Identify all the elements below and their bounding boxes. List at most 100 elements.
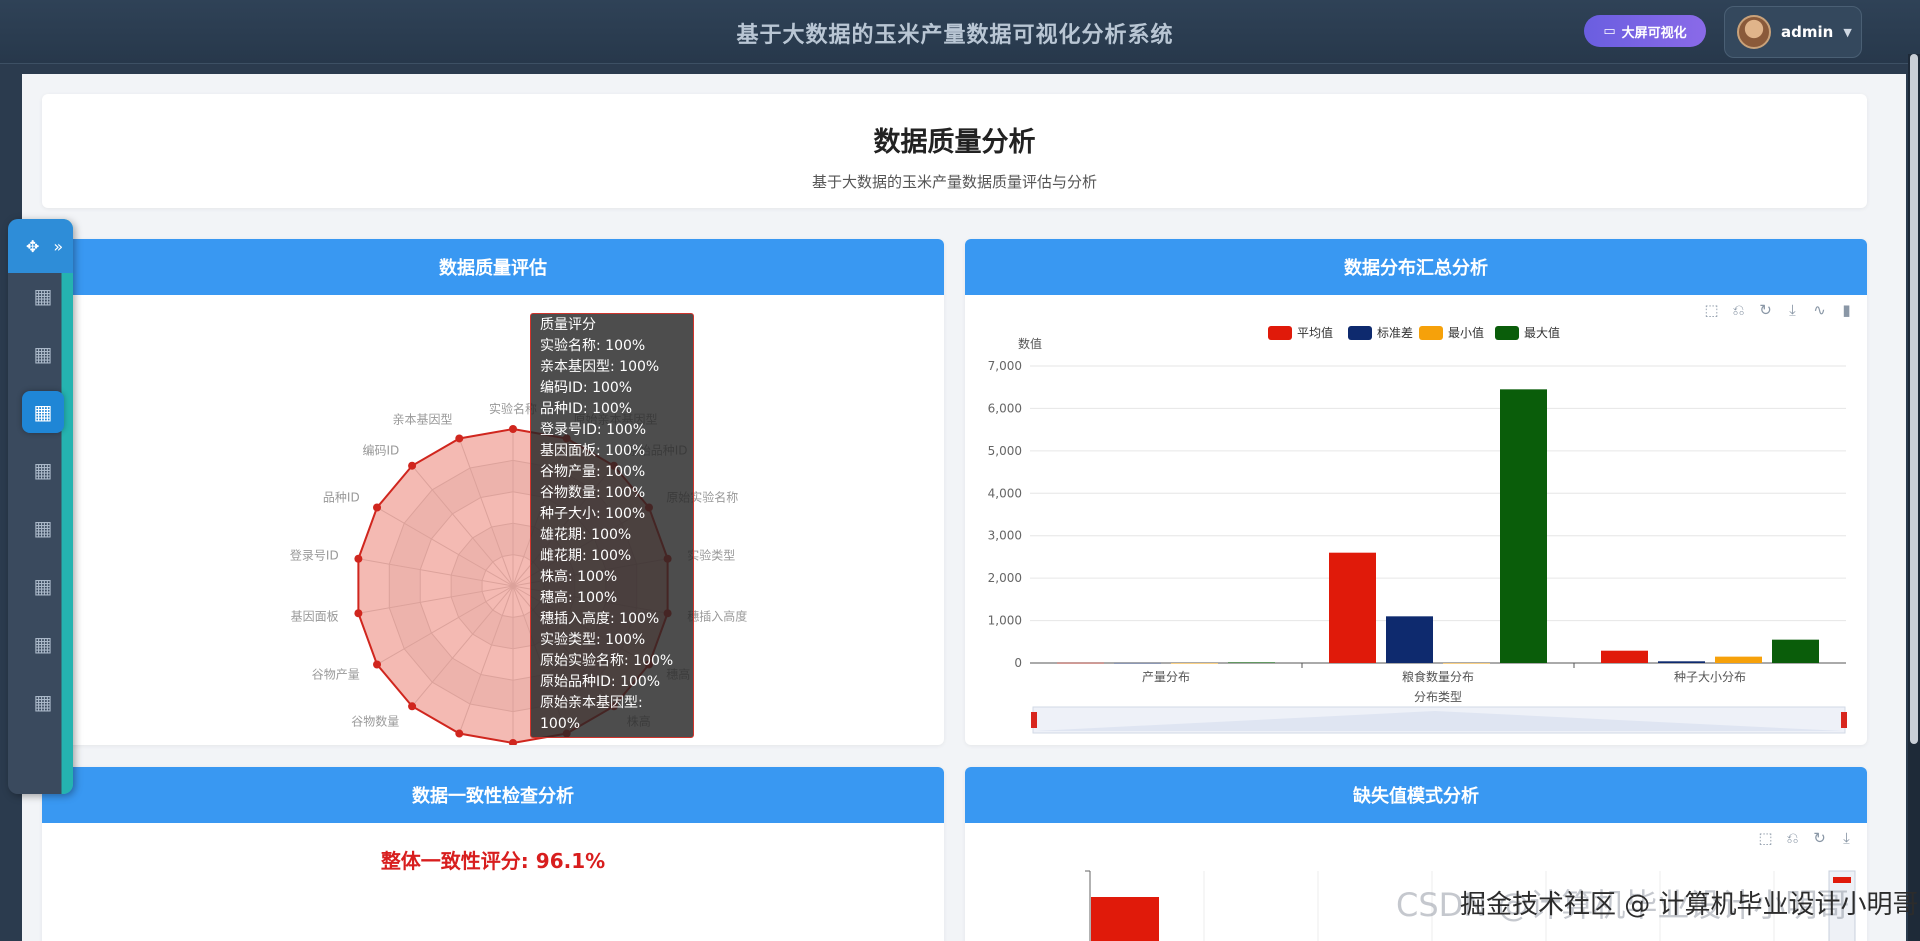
y-tick-label: 3,000 — [988, 529, 1022, 543]
user-menu[interactable]: admin ▼ — [1724, 6, 1862, 58]
radar-indicator-label: 品种ID — [323, 491, 360, 505]
tooltip-line: 实验类型: 100% — [540, 632, 646, 648]
bar[interactable] — [1601, 650, 1648, 663]
consistency-score: 整体一致性评分: 96.1% — [380, 849, 606, 873]
radar-point[interactable] — [354, 554, 363, 563]
bar[interactable] — [1658, 661, 1705, 663]
move-icon[interactable]: ✥ — [26, 237, 39, 256]
sidebar-item[interactable]: ▦ — [22, 449, 64, 491]
y-tick-label: 0 — [1014, 656, 1022, 670]
y-axis-title: 数值 — [1018, 336, 1042, 351]
datazoom-handle-right[interactable] — [1841, 712, 1847, 728]
user-name: admin — [1781, 23, 1834, 41]
radar-indicator-label: 谷物数量 — [351, 714, 399, 729]
sidebar-item[interactable]: ▦ — [22, 275, 64, 317]
bar[interactable] — [1443, 663, 1490, 664]
page-subtitle: 基于大数据的玉米产量数据质量评估与分析 — [811, 173, 1097, 191]
bar[interactable] — [1386, 616, 1433, 663]
bar[interactable] — [1500, 389, 1547, 663]
bar[interactable] — [1329, 552, 1376, 663]
x-axis-title: 分布类型 — [1414, 690, 1462, 704]
grid-icon: ▦ — [33, 632, 53, 656]
radar-indicator-label: 实验类型 — [687, 547, 735, 562]
chevron-down-icon: ▼ — [1843, 25, 1852, 39]
tooltip-line: 原始亲本基因型: 100% — [540, 695, 643, 732]
bar[interactable] — [1091, 897, 1159, 941]
sidebar-header[interactable]: ✥ » — [8, 219, 73, 273]
tooltip-line: 亲本基因型: 100% — [540, 359, 660, 375]
bar[interactable] — [1772, 639, 1819, 663]
legend-label[interactable]: 平均值 — [1297, 325, 1333, 340]
radar-indicator-label: 亲本基因型 — [392, 413, 452, 427]
bar[interactable] — [1228, 662, 1275, 663]
tooltip-line: 实验名称: 100% — [540, 338, 646, 354]
top-bar: 基于大数据的玉米产量数据可视化分析系统 ▭ 大屏可视化 admin ▼ — [0, 0, 1920, 64]
sidebar-item[interactable]: ▦ — [22, 565, 64, 607]
x-tick-label: 种子大小分布 — [1674, 670, 1746, 684]
grid-icon: ▦ — [33, 400, 53, 424]
avatar — [1737, 15, 1771, 49]
legend-swatch[interactable] — [1348, 326, 1372, 340]
radar-point[interactable] — [373, 660, 382, 669]
legend-label[interactable]: 标准差 — [1377, 326, 1413, 340]
bar[interactable] — [1171, 663, 1218, 664]
legend-swatch[interactable] — [1419, 326, 1443, 340]
legend-swatch[interactable] — [1268, 326, 1292, 340]
tooltip-line: 原始品种ID: 100% — [540, 674, 661, 690]
grid-icon: ▦ — [33, 690, 53, 714]
tooltip-line: 穗插入高度: 100% — [540, 611, 660, 627]
tooltip-title: 质量评分 — [540, 317, 596, 333]
legend-label[interactable]: 最小值 — [1448, 325, 1484, 340]
sidebar-item[interactable]: ▦ — [22, 507, 64, 549]
grid-icon: ▦ — [33, 516, 53, 540]
bar[interactable] — [1114, 662, 1161, 664]
expand-icon[interactable]: » — [53, 237, 63, 256]
y-tick-label: 4,000 — [988, 486, 1022, 500]
scrollbar-thumb[interactable] — [1910, 54, 1918, 744]
bar[interactable] — [1715, 656, 1762, 663]
bigscreen-button[interactable]: ▭ 大屏可视化 — [1584, 15, 1706, 47]
datazoom-handle-left[interactable] — [1031, 712, 1037, 728]
tooltip-line: 雄花期: 100% — [540, 527, 632, 543]
sidebar-item[interactable]: ▦ — [22, 391, 64, 433]
radar-chart[interactable]: 实验名称原始亲本基因型原始品种ID原始实验名称实验类型穗插入高度穗高株高雌花期雄… — [42, 239, 944, 745]
tooltip-line: 原始实验名称: 100% — [540, 653, 674, 669]
floating-sidebar: ✥ » ▦ ▦ ▦ ▦ ▦ ▦ ▦ ▦ — [8, 219, 73, 794]
x-tick-label: 产量分布 — [1142, 670, 1190, 684]
radar-point[interactable] — [373, 503, 382, 512]
legend-label[interactable]: 最大值 — [1524, 325, 1560, 340]
y-tick-label: 7,000 — [988, 359, 1022, 373]
panel-title: 数据一致性检查分析 — [42, 767, 944, 823]
tooltip-line: 株高: 100% — [540, 569, 618, 585]
radar-point[interactable] — [509, 425, 517, 433]
sidebar-item[interactable]: ▦ — [22, 333, 64, 375]
radar-point[interactable] — [408, 461, 417, 470]
radar-point[interactable] — [455, 434, 464, 443]
radar-indicator-label: 雌花期 — [574, 744, 610, 745]
sidebar-item[interactable]: ▦ — [22, 681, 64, 723]
y-tick-label: 2,000 — [988, 571, 1022, 585]
main-content: 数据质量分析 基于大数据的玉米产量数据质量评估与分析 数据质量评估 实验名称 原始… — [22, 74, 1906, 941]
radar-point[interactable] — [455, 729, 464, 738]
tooltip-line: 编码ID: 100% — [540, 380, 633, 396]
radar-point[interactable] — [354, 609, 363, 618]
radar-point[interactable] — [408, 702, 417, 711]
page-title: 数据质量分析 — [873, 127, 1036, 158]
sidebar-item[interactable]: ▦ — [22, 623, 64, 665]
bar-chart[interactable]: 平均值 标准差 最小值 最大值数值 0 1,000 2,000 3,000 4,000 5,000… — [965, 239, 1867, 745]
tooltip-line: 穗高: 100% — [540, 590, 618, 606]
tooltip-line: 品种ID: 100% — [540, 401, 633, 417]
tooltip-line: 谷物产量: 100% — [540, 464, 646, 480]
bar[interactable] — [1057, 662, 1104, 664]
radar-indicator-label: 编码ID — [362, 442, 399, 457]
monitor-icon: ▭ — [1603, 23, 1616, 39]
legend-swatch[interactable] — [1495, 326, 1519, 340]
page-header: 数据质量分析 基于大数据的玉米产量数据质量评估与分析 — [42, 94, 1867, 208]
tooltip-line: 雌花期: 100% — [540, 548, 632, 564]
consistency-panel: 数据一致性检查分析 整体一致性评分: 96.1% — [42, 767, 944, 941]
page-scrollbar[interactable] — [1908, 54, 1920, 941]
grid-icon: ▦ — [33, 342, 53, 366]
tooltip-line: 基因面板: 100% — [540, 443, 646, 459]
radar-indicator-label: 穗插入高度 — [687, 609, 747, 624]
radar-indicator-label: 基因面板 — [291, 610, 339, 624]
